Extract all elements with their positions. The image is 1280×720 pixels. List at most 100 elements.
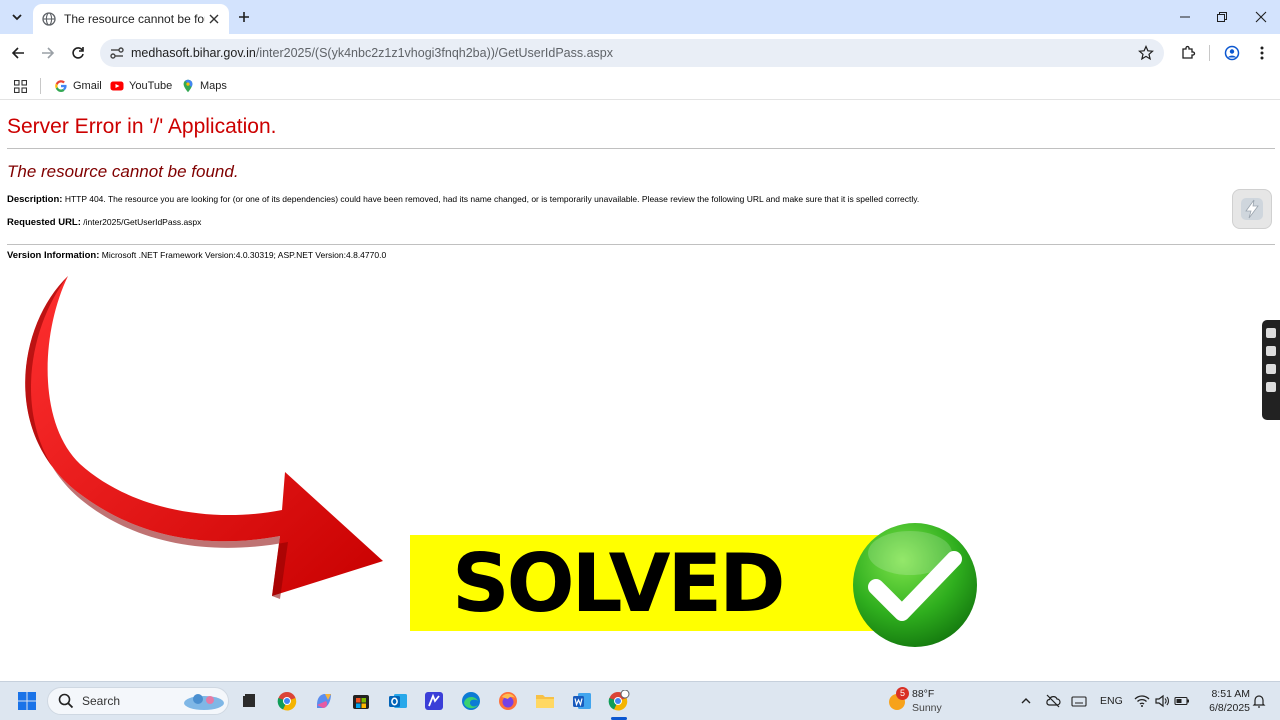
taskbar-search[interactable]: Search bbox=[47, 687, 229, 715]
url-path: /inter2025/(S(yk4nbc2z1z1vhogi3fnqh2ba))… bbox=[255, 46, 614, 60]
outlook-icon bbox=[389, 694, 407, 708]
weather-condition: Sunny bbox=[912, 702, 942, 714]
chrome-taskbar-app[interactable] bbox=[276, 690, 298, 712]
restore-button[interactable] bbox=[1210, 6, 1234, 28]
wifi-icon bbox=[1134, 695, 1150, 707]
minimize-button[interactable] bbox=[1173, 6, 1197, 28]
close-icon bbox=[209, 14, 219, 24]
bookmark-maps[interactable]: Maps bbox=[181, 77, 227, 95]
battery-icon bbox=[1174, 696, 1189, 706]
task-view-button[interactable] bbox=[238, 690, 260, 712]
tab-strip: The resource cannot be found. bbox=[0, 0, 1280, 34]
store-taskbar-app[interactable] bbox=[350, 690, 372, 712]
close-window-button[interactable] bbox=[1249, 6, 1273, 28]
keyboard-tray-button[interactable] bbox=[1068, 690, 1090, 712]
video-icon[interactable] bbox=[1266, 346, 1276, 356]
chrome-icon bbox=[608, 690, 630, 711]
gallery-icon[interactable] bbox=[1266, 364, 1276, 374]
chevron-down-icon bbox=[12, 14, 22, 21]
apps-grid-icon bbox=[14, 79, 27, 93]
wifi-button[interactable] bbox=[1131, 690, 1153, 712]
outlook-taskbar-app[interactable] bbox=[387, 690, 409, 712]
file-explorer-taskbar-app[interactable] bbox=[534, 690, 556, 712]
search-icon bbox=[58, 693, 74, 709]
extensions-button[interactable] bbox=[1177, 42, 1199, 64]
close-icon bbox=[1255, 11, 1267, 23]
recorder-sidebar bbox=[1262, 320, 1280, 420]
bookmark-gmail[interactable]: Gmail bbox=[54, 77, 102, 95]
menu-button[interactable] bbox=[1251, 42, 1273, 64]
battery-button[interactable] bbox=[1171, 690, 1193, 712]
back-button[interactable] bbox=[7, 42, 29, 64]
gear-icon[interactable] bbox=[1266, 382, 1276, 392]
bookmark-label: Gmail bbox=[73, 80, 102, 92]
copilot-taskbar-app[interactable] bbox=[313, 690, 335, 712]
taskbar: Search 5 88°F Sunny ENG 8:51 AM 6/8/2025 bbox=[0, 681, 1280, 720]
red-arrow-graphic bbox=[25, 276, 384, 599]
bell-icon bbox=[1252, 695, 1266, 708]
plus-icon bbox=[239, 12, 249, 22]
weather-widget[interactable]: 5 88°F Sunny bbox=[886, 686, 966, 716]
notifications-button[interactable] bbox=[1248, 690, 1270, 712]
editor-taskbar-app[interactable] bbox=[423, 690, 445, 712]
reload-button[interactable] bbox=[67, 42, 89, 64]
restore-icon bbox=[1217, 12, 1227, 22]
description-text: HTTP 404. The resource you are looking f… bbox=[64, 194, 920, 204]
show-hidden-icons-button[interactable] bbox=[1015, 690, 1037, 712]
youtube-icon bbox=[110, 81, 124, 91]
language-indicator[interactable]: ENG bbox=[1100, 695, 1123, 707]
page-title: Server Error in '/' Application. bbox=[7, 115, 277, 138]
error-subtitle: The resource cannot be found. bbox=[7, 162, 239, 181]
bookmark-label: YouTube bbox=[129, 80, 173, 92]
google-icon bbox=[55, 80, 67, 92]
version-line: Version Information: Microsoft .NET Fram… bbox=[7, 250, 386, 261]
tab-search-button[interactable] bbox=[6, 6, 28, 28]
bookmark-star-icon[interactable] bbox=[1138, 45, 1154, 61]
copilot-icon bbox=[317, 694, 331, 708]
address-bar[interactable]: medhasoft.bihar.gov.in/inter2025/(S(yk4n… bbox=[100, 39, 1164, 67]
tab-title: The resource cannot be found. bbox=[64, 12, 205, 26]
word-icon bbox=[573, 693, 591, 709]
new-tab-button[interactable] bbox=[234, 7, 254, 27]
folder-icon bbox=[536, 695, 554, 708]
bookmark-youtube[interactable]: YouTube bbox=[110, 77, 172, 95]
clock[interactable]: 8:51 AM 6/8/2025 bbox=[1198, 687, 1250, 715]
description-line: Description: HTTP 404. The resource you … bbox=[7, 194, 919, 205]
divider bbox=[7, 244, 1275, 245]
active-tab[interactable]: The resource cannot be found. bbox=[33, 4, 229, 34]
chevron-up-icon bbox=[1021, 698, 1031, 704]
maps-icon bbox=[183, 79, 193, 93]
arrow-left-icon bbox=[11, 47, 24, 59]
floating-extension-button[interactable] bbox=[1232, 189, 1272, 229]
editor-icon bbox=[425, 692, 443, 710]
firefox-taskbar-app[interactable] bbox=[497, 690, 519, 712]
profile-button[interactable] bbox=[1221, 42, 1243, 64]
weather-temperature: 88°F bbox=[912, 688, 935, 700]
solved-text: SOLVED bbox=[452, 537, 786, 630]
search-highlight-icon bbox=[184, 694, 224, 710]
windows-icon bbox=[18, 692, 36, 710]
store-icon bbox=[353, 695, 369, 709]
task-view-icon bbox=[243, 694, 255, 707]
chrome-active-taskbar-app[interactable] bbox=[608, 690, 630, 712]
camera-icon[interactable] bbox=[1266, 328, 1276, 338]
bookmarks-divider bbox=[40, 78, 41, 94]
version-value: Microsoft .NET Framework Version:4.0.303… bbox=[101, 250, 387, 260]
clock-time: 8:51 AM bbox=[1211, 688, 1250, 700]
apps-button[interactable] bbox=[14, 77, 27, 95]
description-label: Description: bbox=[7, 194, 63, 205]
requested-url-value: /inter2025/GetUserIdPass.aspx bbox=[83, 217, 202, 227]
cloud-tray-button[interactable] bbox=[1042, 690, 1064, 712]
requested-url-label: Requested URL: bbox=[7, 217, 81, 228]
more-vertical-icon bbox=[1260, 46, 1264, 60]
word-taskbar-app[interactable] bbox=[571, 690, 593, 712]
speaker-icon bbox=[1155, 694, 1169, 708]
start-button[interactable] bbox=[16, 690, 38, 712]
reload-icon bbox=[72, 47, 84, 59]
puzzle-icon bbox=[1182, 45, 1196, 59]
volume-button[interactable] bbox=[1151, 690, 1173, 712]
forward-button[interactable] bbox=[37, 42, 59, 64]
minimize-icon bbox=[1180, 16, 1190, 18]
edge-taskbar-app[interactable] bbox=[460, 690, 482, 712]
tab-close-button[interactable] bbox=[205, 10, 223, 28]
